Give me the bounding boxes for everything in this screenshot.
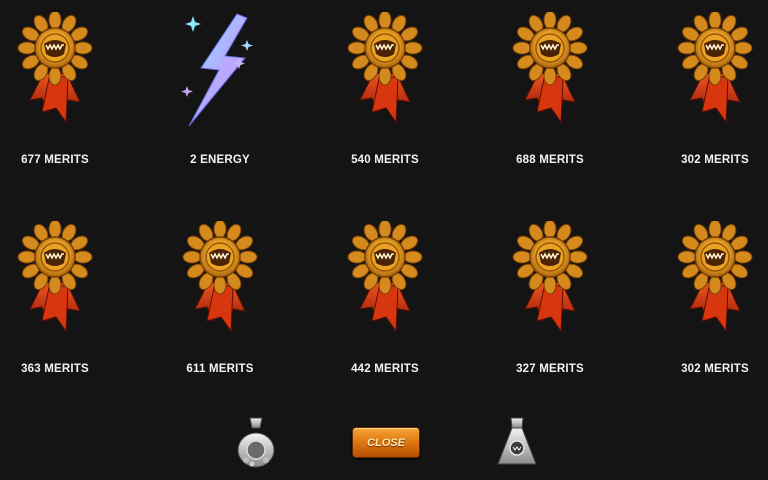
coin-bag-icon: [237, 417, 275, 468]
reward-label: 302 MERITS: [681, 154, 749, 166]
reward-label: 363 MERITS: [21, 363, 89, 375]
reward-label: 302 MERITS: [681, 363, 749, 375]
reward-label: 677 MERITS: [21, 154, 89, 166]
reward-item: 2 ENERGY: [145, 12, 295, 166]
reward-item: 327 MERITS: [475, 221, 625, 375]
reward-label: 688 MERITS: [516, 154, 584, 166]
reward-item: 302 MERITS: [640, 12, 768, 166]
medal-icon: [512, 221, 588, 332]
reward-item: 302 MERITS: [640, 221, 768, 375]
medal-icon: [347, 221, 423, 332]
medal-icon: [512, 12, 588, 123]
reward-item: 363 MERITS: [0, 221, 130, 375]
reward-label: 540 MERITS: [351, 154, 419, 166]
loot-bag-icon: [497, 417, 537, 465]
reward-item: 688 MERITS: [475, 12, 625, 166]
reward-item: 442 MERITS: [310, 221, 460, 375]
reward-label: 2 ENERGY: [190, 154, 250, 166]
medal-icon: [347, 12, 423, 123]
medal-icon: [17, 12, 93, 123]
reward-label: 327 MERITS: [516, 363, 584, 375]
reward-item: 677 MERITS: [0, 12, 130, 166]
reward-item: 611 MERITS: [145, 221, 295, 375]
medal-icon: [677, 12, 753, 123]
reward-label: 442 MERITS: [351, 363, 419, 375]
close-button[interactable]: CLOSE: [352, 427, 420, 458]
medal-icon: [677, 221, 753, 332]
energy-bolt-icon: [181, 13, 253, 127]
medal-icon: [182, 221, 258, 332]
medal-icon: [17, 221, 93, 332]
reward-label: 611 MERITS: [186, 363, 254, 375]
reward-item: 540 MERITS: [310, 12, 460, 166]
